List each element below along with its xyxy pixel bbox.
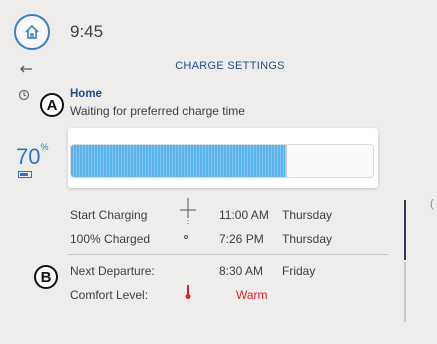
location-name: Home [70, 88, 102, 100]
scrollbar-thumb[interactable] [404, 200, 406, 260]
car-battery-icon [18, 171, 32, 178]
fully-charged-day: Thursday [282, 232, 333, 246]
next-departure-day[interactable]: Friday [282, 264, 315, 278]
location-pin-icon [18, 89, 30, 101]
start-charging-label: Start Charging [70, 208, 148, 222]
clock: 9:45 [70, 22, 104, 41]
next-departure-label: Next Departure: [70, 264, 155, 278]
back-button[interactable] [20, 60, 34, 78]
charge-level-marker [285, 145, 288, 177]
charge-level-bar [70, 144, 374, 178]
comfort-level-label: Comfort Level: [70, 288, 149, 302]
battery-percent: 70% [16, 141, 49, 170]
next-departure-time[interactable]: 8:30 AM [219, 264, 263, 278]
battery-percent-value: 70 [16, 144, 41, 169]
battery-percent-sign: % [40, 141, 49, 152]
back-arrow-icon [20, 65, 32, 73]
callout-marker-b: B [34, 265, 58, 289]
scrollbar-track[interactable] [404, 262, 406, 322]
callout-marker-a: A [40, 93, 64, 117]
home-button[interactable] [14, 14, 50, 50]
charged-dot-icon [184, 235, 188, 239]
fully-charged-label: 100% Charged [70, 232, 151, 246]
charge-level-card[interactable] [68, 128, 378, 188]
charge-level-fill [71, 145, 286, 177]
charge-status: Waiting for preferred charge time [70, 104, 245, 118]
home-icon [25, 24, 39, 39]
start-charging-day: Thursday [282, 208, 333, 222]
location-button[interactable] [18, 88, 30, 106]
charge-settings-screen: 9:45 CHARGE SETTINGS A Home Waiting for … [0, 0, 437, 344]
comfort-level-value[interactable]: Warm [236, 288, 268, 302]
start-charging-time: 11:00 AM [219, 208, 269, 222]
page-title: CHARGE SETTINGS [175, 60, 285, 72]
section-divider [68, 254, 388, 255]
edge-indicator: ( [430, 198, 434, 210]
timeline-icon [178, 198, 198, 233]
thermometer-icon [184, 284, 192, 305]
fully-charged-time: 7:26 PM [219, 232, 264, 246]
